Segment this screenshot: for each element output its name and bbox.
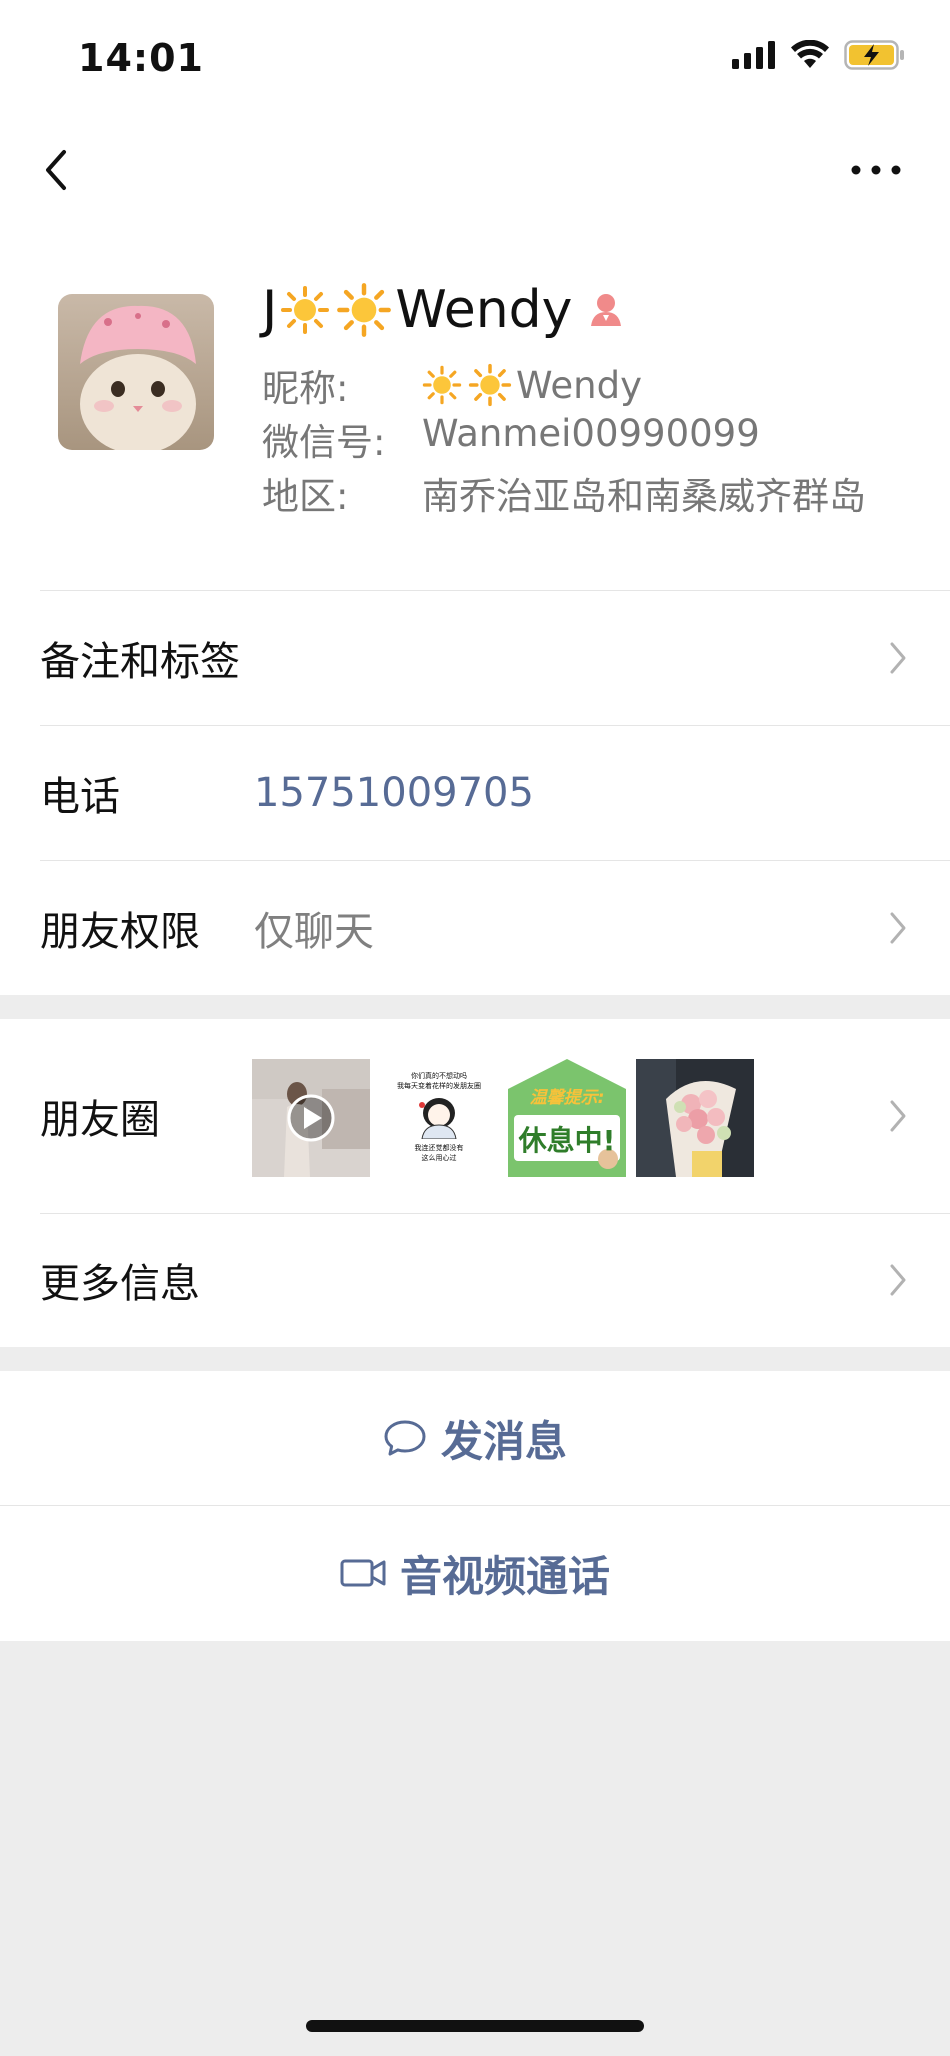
region-row: 地区: 南乔治亚岛和南桑威齐群岛	[262, 466, 866, 520]
remarks-tags-label: 备注和标签	[40, 638, 240, 685]
video-icon	[340, 1559, 386, 1587]
moments-thumb-rest-sign[interactable]: 温馨提示: 休息中!	[508, 1059, 626, 1177]
more-info-row[interactable]: 更多信息	[0, 1213, 950, 1347]
send-message-button[interactable]: 发消息	[0, 1371, 950, 1505]
friend-permissions-value: 仅聊天	[254, 908, 374, 955]
display-name-prefix: J	[262, 280, 278, 340]
region-value: 南乔治亚岛和南桑威齐群岛	[422, 475, 866, 518]
sign-top-text: 温馨提示:	[529, 1088, 605, 1108]
phone-label: 电话	[40, 773, 120, 820]
display-name-suffix: Wendy	[395, 280, 573, 340]
more-info-label: 更多信息	[40, 1261, 200, 1307]
moments-thumb-flowers[interactable]	[636, 1059, 754, 1177]
moments-row[interactable]: 朋友圈 你们真的不想动吗 我每天变着花样的发朋友圈 我连还觉都没有 这么用心过 …	[0, 1019, 950, 1213]
gender-female-icon	[591, 294, 622, 326]
profile-header: J Wendy 昵称: Wendy 微信号: Wanmei00990099 地区…	[0, 220, 950, 590]
home-indicator[interactable]	[306, 2020, 644, 2032]
meme-line-2: 我每天变着花样的发朋友圈	[397, 1082, 481, 1090]
message-icon	[384, 1420, 426, 1456]
video-call-button[interactable]: 音视频通话	[0, 1505, 950, 1641]
remarks-tags-row[interactable]: 备注和标签	[0, 590, 950, 725]
sun-emoji-icon	[468, 363, 512, 407]
avatar-cat-image	[58, 294, 214, 450]
moments-thumb-meme[interactable]: 你们真的不想动吗 我每天变着花样的发朋友圈 我连还觉都没有 这么用心过	[380, 1059, 498, 1177]
status-bar: 14:01	[0, 0, 950, 120]
moments-label: 朋友圈	[40, 1097, 160, 1143]
back-icon[interactable]	[36, 142, 76, 198]
chevron-right-icon	[890, 642, 906, 673]
flower-bouquet-image	[636, 1059, 754, 1177]
wifi-icon	[791, 40, 829, 68]
chevron-right-icon	[890, 1264, 906, 1296]
nickname-value-wrap: Wendy	[422, 358, 642, 412]
friend-permissions-label: 朋友权限	[40, 908, 200, 955]
friend-permissions-row[interactable]: 朋友权限 仅聊天	[0, 860, 950, 995]
chevron-right-icon	[890, 1100, 906, 1132]
more-icon[interactable]	[846, 150, 906, 190]
wechat-id-row: 微信号: Wanmei00990099	[262, 412, 760, 466]
sun-emoji-icon	[422, 365, 462, 405]
nav-bar	[0, 120, 950, 220]
region-label: 地区:	[262, 475, 349, 518]
phone-row: 电话 15751009705	[0, 725, 950, 860]
moments-group: 朋友圈 你们真的不想动吗 我每天变着花样的发朋友圈 我连还觉都没有 这么用心过 …	[0, 1019, 950, 1347]
actions-group: 发消息 音视频通话	[0, 1371, 950, 1641]
contact-details-group: 备注和标签 电话 15751009705 朋友权限 仅聊天	[0, 590, 950, 995]
meme-line-1: 你们真的不想动吗	[411, 1072, 467, 1080]
cellular-signal-icon	[732, 41, 775, 69]
avatar[interactable]	[58, 294, 214, 450]
nickname-row: 昵称: Wendy	[262, 358, 642, 412]
sun-emoji-icon	[281, 286, 330, 334]
contact-profile-screen: 14:01 J Wendy 昵称: Wendy 微信号: Wanmei00990…	[0, 0, 950, 2056]
phone-number-link[interactable]: 15751009705	[254, 770, 534, 816]
meme-line-4: 这么用心过	[421, 1154, 457, 1162]
status-icons	[732, 40, 906, 70]
status-time: 14:01	[78, 36, 204, 80]
meme-line-3: 我连还觉都没有	[414, 1144, 464, 1152]
nickname-label: 昵称:	[262, 367, 349, 410]
send-message-label: 发消息	[440, 1416, 567, 1466]
chevron-right-icon	[890, 912, 906, 943]
wechat-id-label: 微信号:	[262, 421, 386, 464]
sun-emoji-icon	[337, 283, 392, 337]
battery-charging-icon	[844, 40, 904, 70]
meme-girl-icon	[419, 1098, 457, 1139]
rest-sign-image	[508, 1059, 626, 1177]
video-thumbnail-image	[252, 1059, 370, 1177]
display-name: J Wendy	[262, 280, 626, 340]
moments-thumbnails: 你们真的不想动吗 我每天变着花样的发朋友圈 我连还觉都没有 这么用心过 温馨提示…	[252, 1059, 754, 1177]
nickname-value: Wendy	[516, 363, 643, 407]
sign-main-text: 休息中!	[518, 1124, 616, 1157]
video-call-label: 音视频通话	[399, 1551, 610, 1601]
wechat-id-value[interactable]: Wanmei00990099	[422, 412, 760, 466]
moments-thumb-video[interactable]	[252, 1059, 370, 1177]
